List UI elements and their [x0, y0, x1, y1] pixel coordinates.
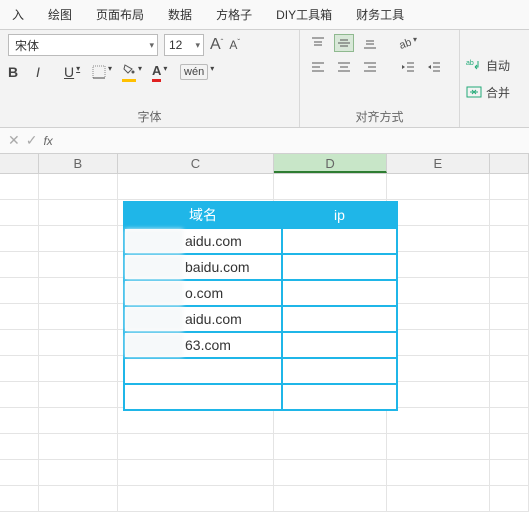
bold-button[interactable]: B	[8, 64, 26, 80]
table-row	[124, 384, 397, 410]
menu-bar: 入 绘图 页面布局 数据 方格子 DIY工具箱 财务工具	[0, 0, 529, 30]
blur-overlay	[125, 333, 183, 357]
col-head-c[interactable]: C	[118, 154, 275, 173]
menu-pagelayout[interactable]: 页面布局	[92, 4, 148, 25]
ribbon-group-align: ab▾ 对齐方式	[300, 30, 460, 127]
font-size-select[interactable]: 12 ▾	[164, 34, 204, 56]
border-icon	[92, 65, 106, 79]
merge-cells-button[interactable]: 合并	[466, 84, 510, 101]
menu-diytools[interactable]: DIY工具箱	[272, 4, 336, 25]
td-ip[interactable]	[282, 228, 397, 254]
fill-color-button[interactable]: ▾	[122, 62, 142, 82]
underline-button[interactable]: U▾	[64, 64, 82, 80]
td-domain[interactable]	[124, 384, 282, 410]
ribbon-group-font: 宋体 ▾ 12 ▾ Aˆ Aˇ B I U▾ ▾	[0, 30, 300, 127]
table-row	[124, 358, 397, 384]
font-size-value: 12	[169, 38, 182, 52]
cancel-icon[interactable]: ✕	[8, 132, 20, 149]
menu-data[interactable]: 数据	[164, 4, 196, 25]
table-row: aidu.com	[124, 306, 397, 332]
merge-icon	[466, 85, 482, 99]
th-domain[interactable]: 域名	[124, 202, 282, 228]
col-head-e[interactable]: E	[387, 154, 490, 173]
menu-insert[interactable]: 入	[8, 4, 28, 25]
phonetic-icon: wén	[180, 64, 208, 80]
td-domain[interactable]: baidu.com	[124, 254, 282, 280]
blur-overlay	[125, 307, 183, 331]
worksheet: B C D E 域名 ip aidu.com baidu.com	[0, 154, 529, 512]
td-ip[interactable]	[282, 332, 397, 358]
align-right-button[interactable]	[360, 58, 380, 76]
td-ip[interactable]	[282, 254, 397, 280]
data-table: 域名 ip aidu.com baidu.com o.com aidu.com …	[123, 201, 398, 411]
blur-overlay	[125, 229, 183, 253]
wrap-text-icon: ab	[466, 58, 482, 72]
chevron-down-icon: ▾	[195, 40, 203, 51]
td-ip[interactable]	[282, 306, 397, 332]
increase-indent-button[interactable]	[424, 58, 444, 76]
ribbon-group-label: 字体	[8, 108, 291, 125]
table-row: baidu.com	[124, 254, 397, 280]
td-ip[interactable]	[282, 384, 397, 410]
wrap-text-button[interactable]: ab 自动	[466, 57, 510, 74]
align-left-button[interactable]	[308, 58, 328, 76]
table-row: 63.com	[124, 332, 397, 358]
menu-finance[interactable]: 财务工具	[352, 4, 408, 25]
table-row: aidu.com	[124, 228, 397, 254]
col-head-f[interactable]	[490, 154, 529, 173]
align-middle-button[interactable]	[334, 34, 354, 52]
col-head-b[interactable]: B	[39, 154, 117, 173]
align-bottom-button[interactable]	[360, 34, 380, 52]
svg-text:ab: ab	[466, 60, 474, 67]
col-head-d[interactable]: D	[274, 154, 387, 173]
decrease-indent-button[interactable]	[398, 58, 418, 76]
increase-font-icon[interactable]: Aˆ	[210, 36, 223, 54]
font-name-value: 宋体	[15, 37, 39, 54]
td-ip[interactable]	[282, 280, 397, 306]
col-head-blank[interactable]	[0, 154, 39, 173]
font-name-select[interactable]: 宋体 ▾	[8, 34, 158, 56]
confirm-icon[interactable]: ✓	[26, 132, 38, 149]
td-domain[interactable]: aidu.com	[124, 306, 282, 332]
table-header-row: 域名 ip	[124, 202, 397, 228]
td-ip[interactable]	[282, 358, 397, 384]
blur-overlay	[125, 281, 183, 305]
fill-bucket-icon	[122, 62, 136, 82]
align-top-button[interactable]	[308, 34, 328, 52]
align-center-button[interactable]	[334, 58, 354, 76]
td-domain[interactable]: o.com	[124, 280, 282, 306]
td-domain[interactable]: aidu.com	[124, 228, 282, 254]
column-headers: B C D E	[0, 154, 529, 174]
ribbon-group-wrap: ab 自动 合并	[460, 30, 516, 127]
menu-fanggezi[interactable]: 方格子	[212, 4, 256, 25]
orientation-button[interactable]: ab▾	[398, 34, 418, 52]
blur-overlay	[125, 255, 183, 279]
chevron-down-icon: ▾	[149, 40, 157, 51]
font-color-icon: A	[152, 63, 161, 82]
menu-draw[interactable]: 绘图	[44, 4, 76, 25]
svg-text:ab: ab	[399, 37, 413, 50]
italic-button[interactable]: I	[36, 64, 54, 80]
font-color-button[interactable]: A▾	[152, 63, 170, 82]
td-domain[interactable]: 63.com	[124, 332, 282, 358]
fx-icon[interactable]: fx	[43, 134, 52, 148]
phonetic-button[interactable]: wén▾	[180, 64, 214, 80]
border-button[interactable]: ▾	[92, 65, 112, 79]
formula-input[interactable]	[59, 131, 529, 151]
th-ip[interactable]: ip	[282, 202, 397, 228]
td-domain[interactable]	[124, 358, 282, 384]
formula-bar: ✕ ✓ fx	[0, 128, 529, 154]
ribbon-group-label: 对齐方式	[308, 108, 451, 125]
table-row: o.com	[124, 280, 397, 306]
ribbon: 宋体 ▾ 12 ▾ Aˆ Aˇ B I U▾ ▾	[0, 30, 529, 128]
decrease-font-icon[interactable]: Aˇ	[229, 38, 240, 52]
